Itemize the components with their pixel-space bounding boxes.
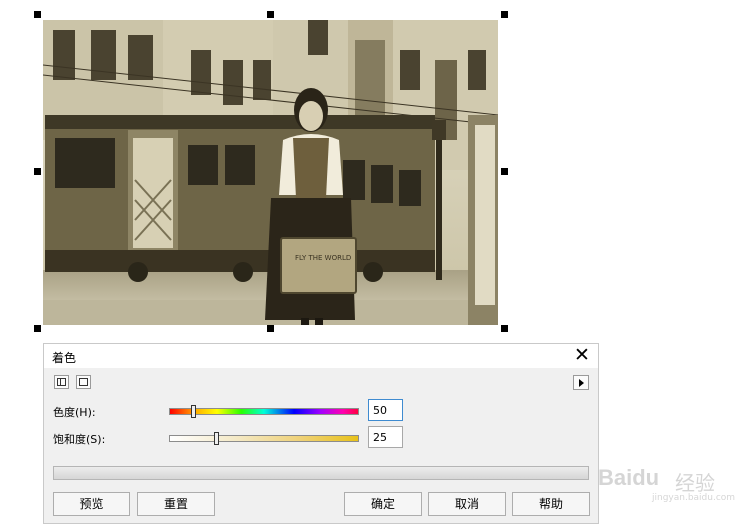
colorize-dialog: 着色 ✕ 色度(H): 饱和度(S): 预览 重置 确定 取消 帮助: [43, 343, 599, 524]
hue-slider-track[interactable]: [169, 408, 359, 415]
photo-image: FLY THE WORLD: [43, 20, 498, 325]
selection-handle-bottom-left[interactable]: [34, 325, 41, 332]
selection-handle-top-left[interactable]: [34, 11, 41, 18]
preview-button[interactable]: 预览: [53, 492, 130, 516]
watermark-brand: Baidu: [598, 465, 660, 490]
single-preview-icon[interactable]: [76, 375, 91, 389]
preview-progress-bar: [53, 466, 589, 480]
saturation-label: 饱和度(S):: [53, 433, 106, 446]
suitcase-sign: FLY THE WORLD: [295, 254, 351, 262]
saturation-slider-track[interactable]: [169, 435, 359, 442]
selection-handle-top-center[interactable]: [267, 11, 274, 18]
saturation-slider-thumb[interactable]: [214, 432, 219, 445]
dialog-title: 着色: [52, 351, 77, 365]
hue-input[interactable]: [368, 399, 403, 421]
hue-label: 色度(H):: [53, 406, 96, 419]
help-button[interactable]: 帮助: [512, 492, 590, 516]
selection-handle-bottom-center[interactable]: [267, 325, 274, 332]
close-icon[interactable]: ✕: [572, 345, 592, 365]
expand-arrow-icon[interactable]: [573, 375, 589, 390]
hue-slider-thumb[interactable]: [191, 405, 197, 418]
baidu-watermark: Baidu 经验 jingyan.baidu.com: [598, 455, 744, 503]
cancel-button[interactable]: 取消: [428, 492, 506, 516]
split-preview-icon[interactable]: [54, 375, 69, 389]
saturation-input[interactable]: [368, 426, 403, 448]
sepia-photo[interactable]: FLY THE WORLD: [43, 20, 498, 325]
selection-handle-top-right[interactable]: [501, 11, 508, 18]
watermark-url: jingyan.baidu.com: [652, 493, 736, 503]
ok-button[interactable]: 确定: [344, 492, 422, 516]
dialog-titlebar[interactable]: 着色 ✕: [44, 344, 598, 368]
reset-button[interactable]: 重置: [137, 492, 215, 516]
selection-handle-bottom-right[interactable]: [501, 325, 508, 332]
selection-handle-middle-right[interactable]: [501, 168, 508, 175]
selection-handle-middle-left[interactable]: [34, 168, 41, 175]
watermark-cn: 经验: [675, 471, 715, 495]
